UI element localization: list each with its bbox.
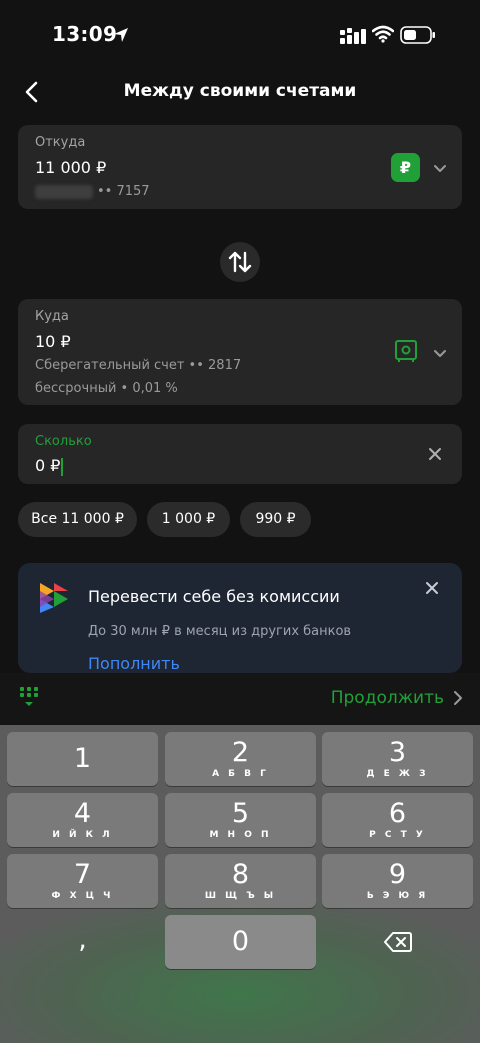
clear-icon[interactable] bbox=[427, 446, 443, 462]
key-4[interactable]: 4 И Й К Л bbox=[7, 793, 158, 847]
status-time: 13:09 bbox=[52, 22, 118, 46]
key-1[interactable]: 1 bbox=[7, 732, 158, 786]
from-account-card[interactable]: Откуда 11 000 ₽ •• 7157 ₽ bbox=[18, 125, 462, 209]
from-label: Откуда bbox=[35, 135, 86, 150]
quick-amount-990[interactable]: 990 ₽ bbox=[240, 502, 311, 537]
status-bar: 13:09 bbox=[0, 0, 480, 70]
key-5[interactable]: 5 М Н О П bbox=[165, 793, 316, 847]
amount-input[interactable]: 0 ₽ bbox=[35, 456, 60, 475]
close-icon[interactable] bbox=[423, 579, 441, 597]
key-0[interactable]: 0 bbox=[165, 915, 316, 969]
to-amount: 10 ₽ bbox=[35, 332, 71, 351]
ruble-badge-icon: ₽ bbox=[391, 153, 420, 182]
promo-link[interactable]: Пополнить bbox=[88, 654, 180, 673]
promo-text: До 30 млн ₽ в месяц из других банков bbox=[88, 624, 352, 639]
keypad-icon[interactable] bbox=[18, 686, 40, 710]
to-account-card[interactable]: Куда 10 ₽ Сберегательный счет •• 2817 бе… bbox=[18, 299, 462, 405]
chevron-down-icon[interactable] bbox=[432, 345, 448, 361]
wifi-icon bbox=[372, 25, 394, 43]
header: Между своими счетами bbox=[0, 70, 480, 114]
battery-icon bbox=[400, 26, 435, 44]
quick-amount-1000[interactable]: 1 000 ₽ bbox=[147, 502, 230, 537]
signal-icon bbox=[340, 28, 366, 44]
to-account-name: Сберегательный счет •• 2817 bbox=[35, 358, 242, 373]
swap-button[interactable] bbox=[220, 242, 260, 282]
key-7[interactable]: 7 Ф Х Ц Ч bbox=[7, 854, 158, 908]
backspace-icon bbox=[383, 932, 412, 952]
swap-arrows-icon bbox=[228, 251, 252, 273]
promo-banner[interactable]: Перевести себе без комиссии До 30 млн ₽ … bbox=[18, 563, 462, 673]
masked-account-name bbox=[35, 184, 93, 199]
to-account-terms: бессрочный • 0,01 % bbox=[35, 381, 178, 396]
location-arrow-icon bbox=[114, 28, 128, 42]
key-2[interactable]: 2 А Б В Г bbox=[165, 732, 316, 786]
keyboard-toolbar: Продолжить bbox=[0, 673, 480, 725]
continue-button[interactable]: Продолжить bbox=[331, 688, 444, 708]
page-title: Между своими счетами bbox=[123, 81, 357, 101]
amount-field[interactable]: Сколько 0 ₽ bbox=[18, 424, 462, 484]
chevron-down-icon[interactable] bbox=[432, 160, 448, 176]
text-cursor bbox=[61, 458, 63, 476]
key-6[interactable]: 6 Р С Т У bbox=[322, 793, 473, 847]
from-amount: 11 000 ₽ bbox=[35, 158, 107, 177]
safe-icon bbox=[395, 340, 417, 362]
key-8[interactable]: 8 Ш Щ Ъ Ы bbox=[165, 854, 316, 908]
sber-logo-icon bbox=[40, 583, 68, 613]
key-9[interactable]: 9 Ь Э Ю Я bbox=[322, 854, 473, 908]
chevron-right-icon[interactable] bbox=[452, 690, 464, 706]
amount-label: Сколько bbox=[35, 434, 92, 449]
key-3[interactable]: 3 Д Е Ж З bbox=[322, 732, 473, 786]
key-comma[interactable]: , bbox=[7, 915, 158, 969]
from-account-mask: •• 7157 bbox=[97, 184, 150, 199]
numeric-keyboard: 1 2 А Б В Г 3 Д Е Ж З 4 И Й К Л 5 М Н О … bbox=[0, 725, 480, 1043]
promo-title: Перевести себе без комиссии bbox=[88, 587, 340, 606]
from-account-number: •• 7157 bbox=[35, 184, 150, 199]
to-label: Куда bbox=[35, 309, 69, 324]
backspace-key[interactable] bbox=[322, 915, 473, 969]
quick-amount-all[interactable]: Все 11 000 ₽ bbox=[18, 502, 137, 537]
